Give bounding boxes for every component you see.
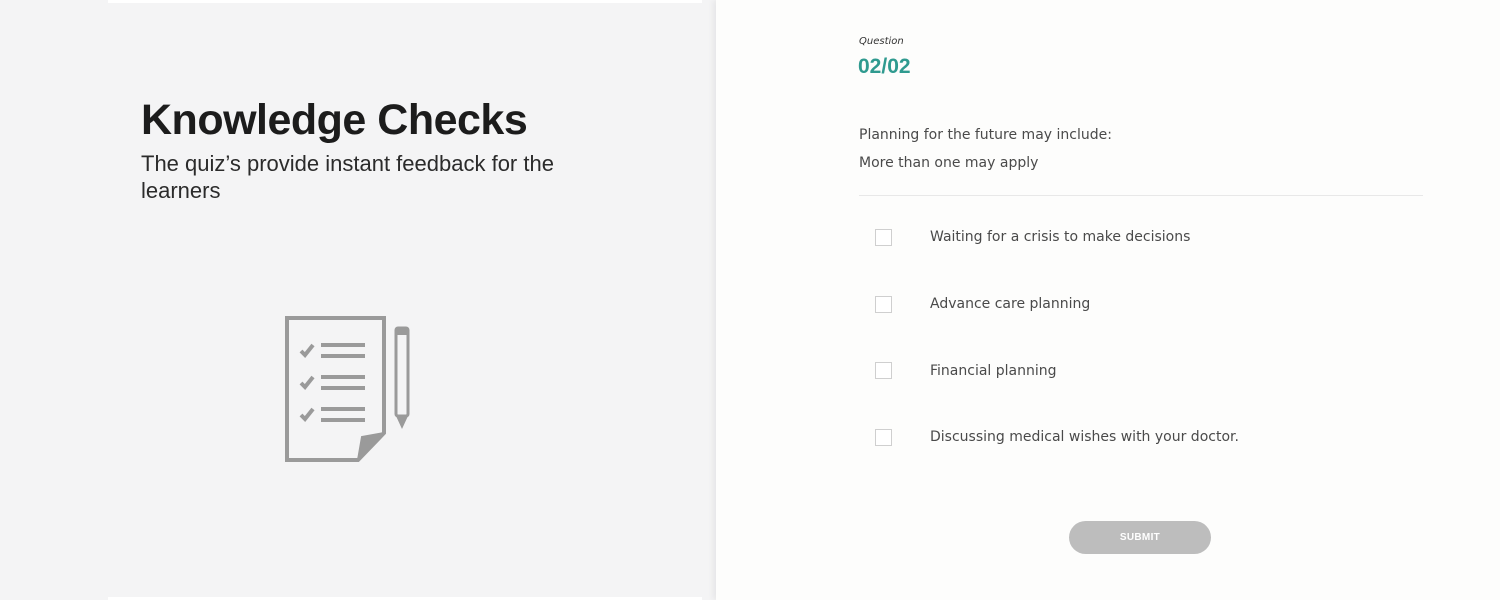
checklist-with-pencil-icon (284, 315, 414, 465)
answer-label[interactable]: Advance care planning (930, 296, 1090, 312)
divider (859, 195, 1423, 196)
answer-checkbox[interactable] (875, 428, 892, 446)
answer-checkbox[interactable] (875, 295, 892, 313)
answer-options: Waiting for a crisis to make decisions A… (859, 204, 1423, 471)
answer-option[interactable]: Financial planning (859, 337, 1423, 404)
answer-label[interactable]: Discussing medical wishes with your doct… (930, 429, 1239, 445)
submit-button[interactable]: SUBMIT (1069, 521, 1211, 554)
question-label: Question (859, 36, 904, 47)
quiz-panel: Question 02/02 Planning for the future m… (716, 0, 1500, 600)
top-edge-strip (108, 0, 702, 3)
answer-option[interactable]: Discussing medical wishes with your doct… (859, 404, 1423, 471)
answer-checkbox[interactable] (875, 362, 892, 380)
answer-label[interactable]: Financial planning (930, 363, 1057, 379)
intro-panel: Knowledge Checks The quiz’s provide inst… (0, 0, 716, 600)
question-hint: More than one may apply (859, 155, 1039, 171)
answer-option[interactable]: Advance care planning (859, 271, 1423, 338)
answer-option[interactable]: Waiting for a crisis to make decisions (859, 204, 1423, 271)
intro-subtitle: The quiz’s provide instant feedback for … (141, 151, 554, 203)
question-prompt: Planning for the future may include: (859, 127, 1112, 143)
answer-checkbox[interactable] (875, 228, 892, 246)
question-counter: 02/02 (858, 55, 911, 78)
answer-label[interactable]: Waiting for a crisis to make decisions (930, 229, 1190, 245)
intro-title: Knowledge Checks (141, 96, 528, 144)
